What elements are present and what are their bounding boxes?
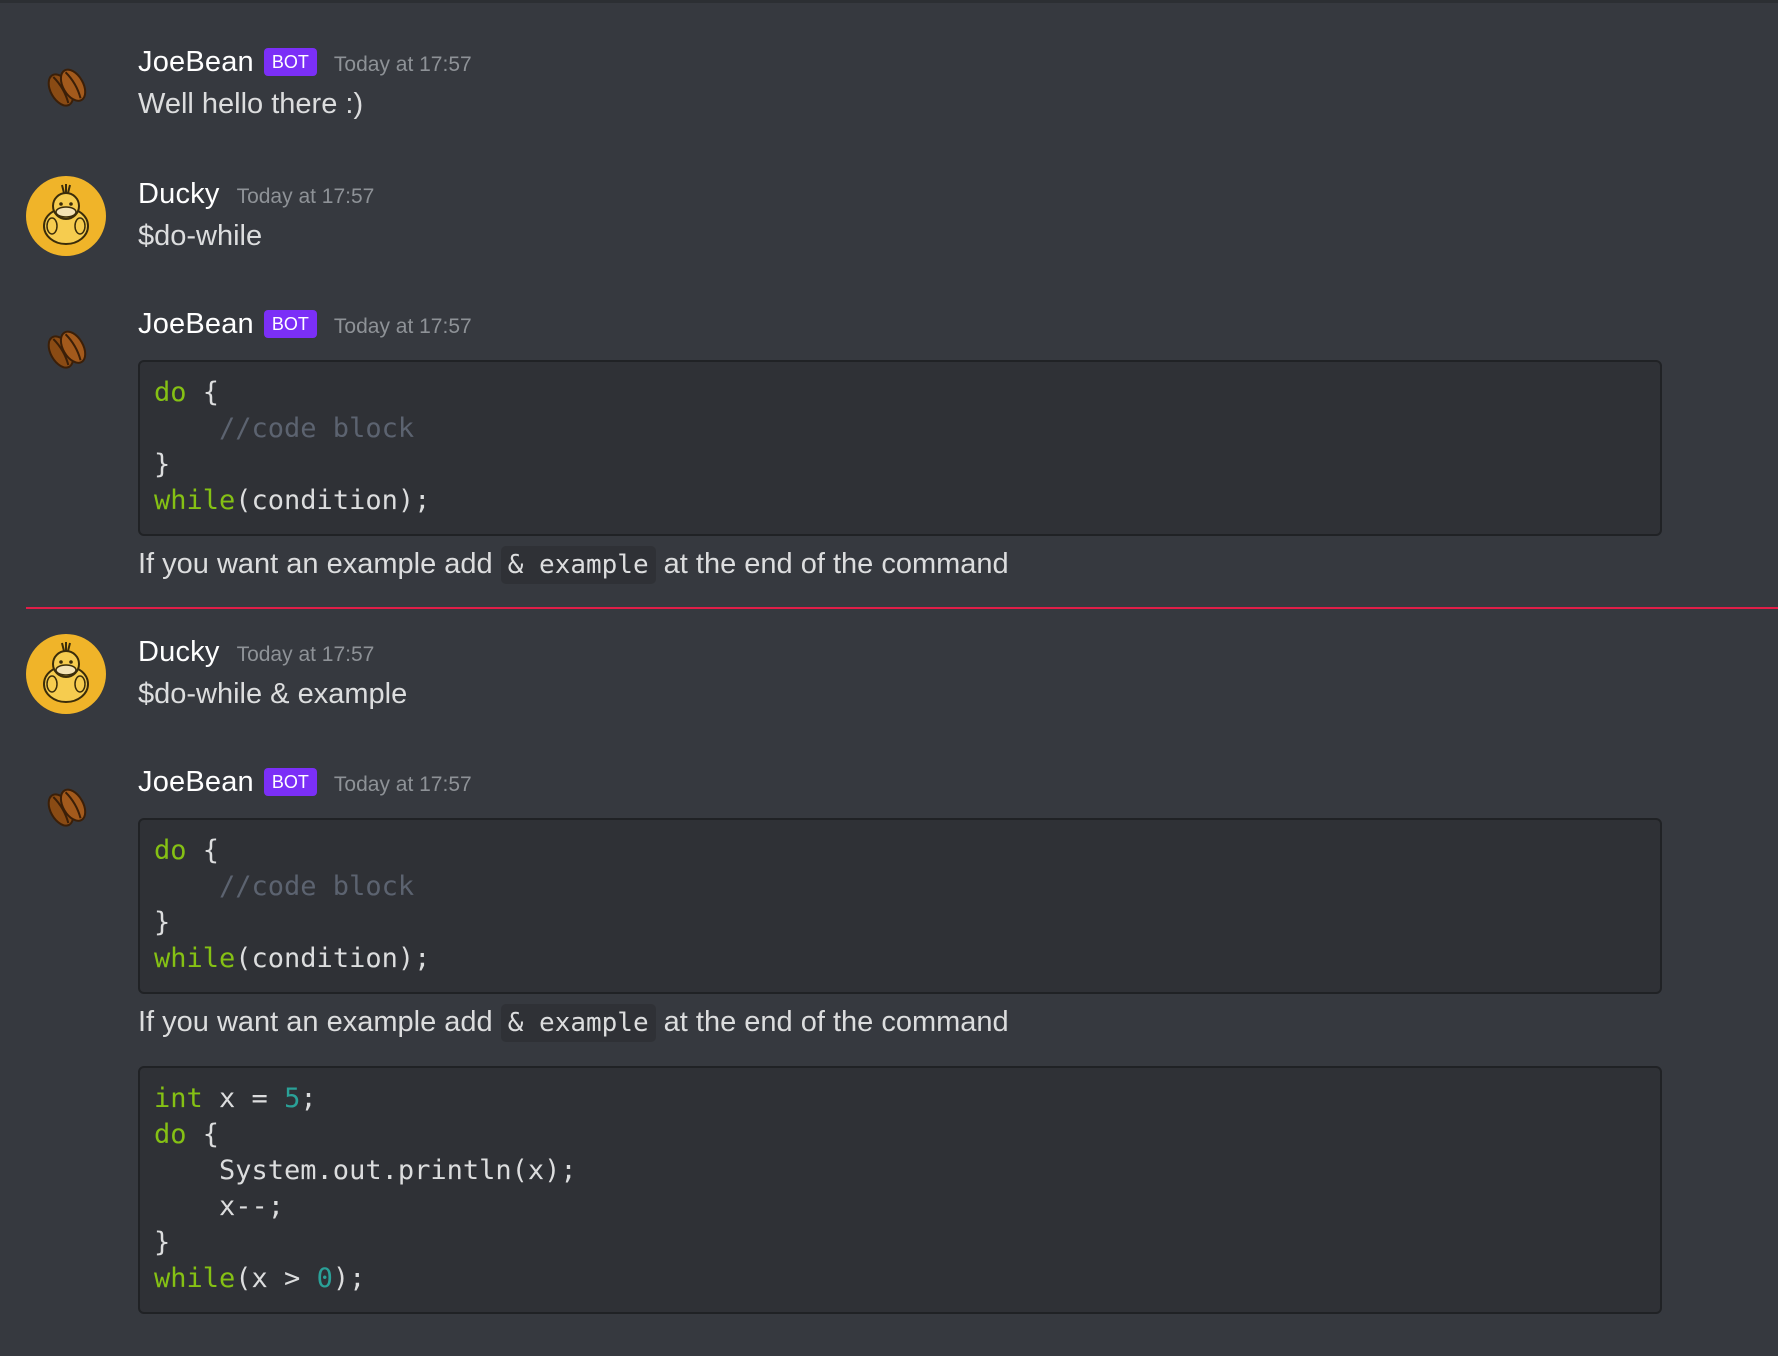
hint-prefix: If you want an example add bbox=[138, 1006, 501, 1038]
code-text: ); bbox=[332, 1263, 366, 1294]
message-header: Ducky Today at 17:57 bbox=[138, 632, 374, 672]
code-keyword: int bbox=[154, 1083, 203, 1114]
code-keyword: while bbox=[154, 485, 236, 516]
duck-icon[interactable] bbox=[26, 176, 106, 256]
timestamp[interactable]: Today at 17:57 bbox=[237, 185, 375, 209]
timestamp[interactable]: Today at 17:57 bbox=[334, 315, 472, 339]
code-text: x = bbox=[202, 1083, 285, 1114]
bot-badge: BOT bbox=[263, 48, 317, 76]
coffee-bean-icon[interactable] bbox=[26, 307, 106, 387]
code-comment: //code block bbox=[154, 871, 415, 902]
code-text: } bbox=[154, 449, 171, 480]
code-text: (condition); bbox=[235, 485, 431, 516]
message-header: JoeBean BOT Today at 17:57 bbox=[138, 762, 472, 802]
timestamp[interactable]: Today at 17:57 bbox=[334, 773, 472, 797]
username[interactable]: JoeBean bbox=[138, 308, 254, 341]
hint-suffix: at the end of the command bbox=[655, 548, 1009, 580]
hint-suffix: at the end of the command bbox=[655, 1006, 1009, 1038]
code-number: 5 bbox=[284, 1083, 301, 1114]
top-edge bbox=[0, 0, 1778, 3]
code-text: (x > bbox=[235, 1263, 317, 1294]
code-number: 0 bbox=[316, 1263, 333, 1294]
code-block[interactable]: do { //code block } while(condition); bbox=[138, 818, 1662, 994]
username[interactable]: Ducky bbox=[138, 636, 220, 669]
code-text: { bbox=[186, 377, 220, 408]
code-keyword: do bbox=[154, 377, 187, 408]
example-hint-text: If you want an example add & example at … bbox=[138, 1004, 1009, 1042]
timestamp[interactable]: Today at 17:57 bbox=[237, 643, 375, 667]
code-keyword: do bbox=[154, 835, 187, 866]
message-text: $do-while bbox=[138, 220, 263, 252]
inline-code: & example bbox=[500, 1004, 656, 1042]
message-header: JoeBean BOT Today at 17:57 bbox=[138, 304, 472, 344]
message-text: Well hello there :) bbox=[138, 88, 364, 120]
inline-code: & example bbox=[500, 546, 656, 584]
timestamp[interactable]: Today at 17:57 bbox=[334, 53, 472, 77]
code-keyword: while bbox=[154, 1263, 236, 1294]
username[interactable]: Ducky bbox=[138, 178, 220, 211]
code-text: { bbox=[186, 835, 220, 866]
message-text: $do-while & example bbox=[138, 678, 408, 710]
bot-badge: BOT bbox=[263, 768, 317, 796]
code-text: { bbox=[186, 1119, 220, 1150]
code-keyword: while bbox=[154, 943, 236, 974]
example-code-block[interactable]: int x = 5; do { System.out.println(x); x… bbox=[138, 1066, 1662, 1314]
code-keyword: do bbox=[154, 1119, 187, 1150]
code-text: x--; bbox=[154, 1191, 285, 1222]
code-text: ; bbox=[300, 1083, 317, 1114]
bot-badge: BOT bbox=[263, 310, 317, 338]
username[interactable]: JoeBean bbox=[138, 766, 254, 799]
code-text: } bbox=[154, 907, 171, 938]
code-text: System.out.println(x); bbox=[154, 1155, 577, 1186]
coffee-bean-icon[interactable] bbox=[26, 45, 106, 125]
duck-icon[interactable] bbox=[26, 634, 106, 714]
code-text: (condition); bbox=[235, 943, 431, 974]
new-messages-divider bbox=[26, 607, 1778, 609]
code-comment: //code block bbox=[154, 413, 415, 444]
code-text: } bbox=[154, 1227, 171, 1258]
username[interactable]: JoeBean bbox=[138, 46, 254, 79]
message-header: JoeBean BOT Today at 17:57 bbox=[138, 42, 472, 82]
code-block[interactable]: do { //code block } while(condition); bbox=[138, 360, 1662, 536]
message-header: Ducky Today at 17:57 bbox=[138, 174, 374, 214]
coffee-bean-icon[interactable] bbox=[26, 765, 106, 845]
example-hint-text: If you want an example add & example at … bbox=[138, 546, 1009, 584]
hint-prefix: If you want an example add bbox=[138, 548, 501, 580]
